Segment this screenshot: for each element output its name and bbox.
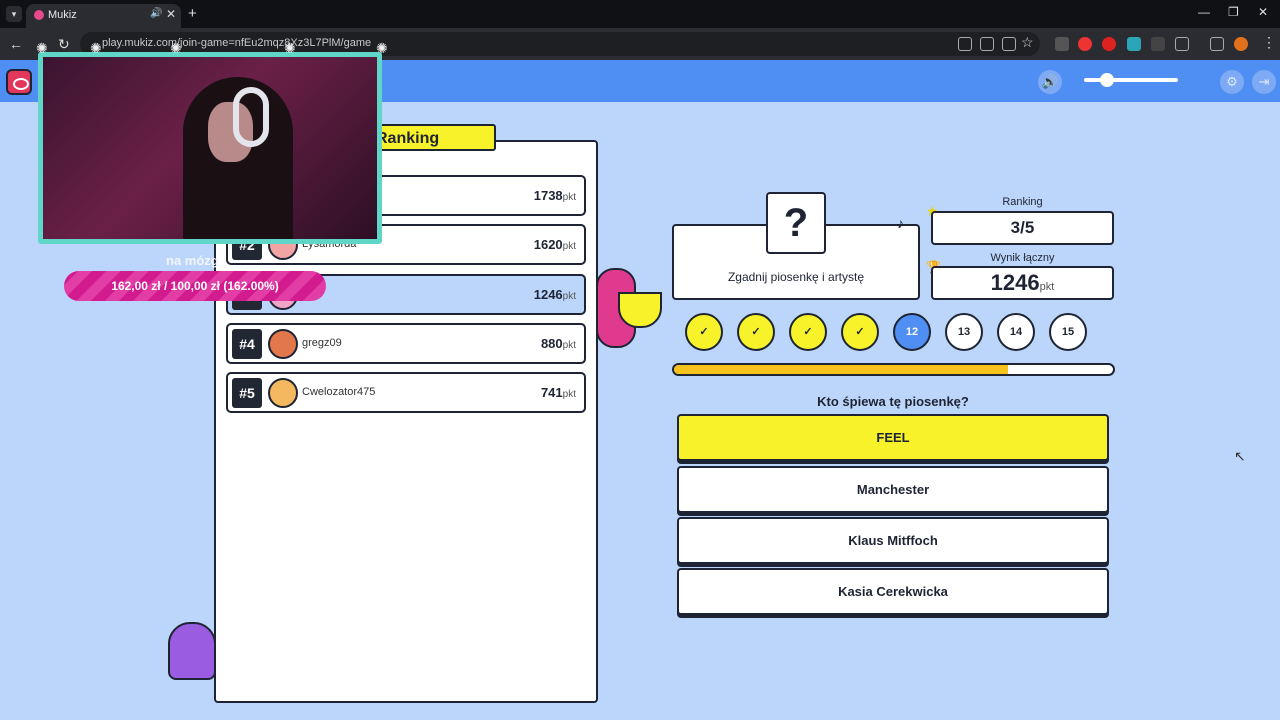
close-window-icon[interactable]: ✕ <box>1258 5 1268 19</box>
extension-teal-icon[interactable] <box>1127 37 1141 51</box>
tab-title: Mukiz <box>48 9 77 21</box>
sparkle-icon: ✺ <box>90 40 102 56</box>
favicon-icon <box>34 10 44 20</box>
minimize-icon[interactable]: — <box>1198 5 1210 19</box>
webcam-overlay <box>38 52 382 244</box>
ranking-row-5: #5 Cwelozator475 741pkt <box>226 372 586 413</box>
url-text: play.mukiz.com/join-game=nfEu2mqz8Xz3L7P… <box>102 37 372 49</box>
tab-search-icon[interactable]: ▾ <box>6 6 22 22</box>
translate-icon[interactable] <box>958 37 972 51</box>
score-value: 1246 <box>990 270 1040 295</box>
back-icon[interactable]: ← <box>9 36 23 52</box>
media-icon[interactable] <box>1210 37 1224 51</box>
overlay-label: na mózg <box>166 253 219 268</box>
ranking-label: Ranking <box>1002 196 1043 208</box>
player-points: 741pkt <box>540 385 576 400</box>
ranking-row-4: #4 gregz09 880pkt <box>226 323 586 364</box>
volume-slider[interactable] <box>1084 78 1178 82</box>
menu-icon[interactable]: ⋮ <box>1262 34 1276 51</box>
monster-mascot-icon <box>168 622 216 680</box>
new-tab-icon[interactable]: + <box>188 5 197 22</box>
question-progress-pending: 14 <box>997 313 1035 351</box>
question-progress-done: ✓ <box>737 313 775 351</box>
question-progress-done: ✓ <box>789 313 827 351</box>
player-points: 1620pkt <box>533 237 576 252</box>
sparkle-icon: ✺ <box>36 40 48 56</box>
extension-red-icon[interactable] <box>1102 37 1116 51</box>
answer-button-2[interactable]: Manchester <box>677 466 1109 513</box>
score-unit: pkt <box>1039 281 1055 293</box>
player-points: 1738pkt <box>533 188 576 203</box>
speaker-icon[interactable]: 🔊 <box>150 8 162 19</box>
task-label: Zgadnij piosenkę i artystę <box>727 270 865 284</box>
answer-button-1[interactable]: FEEL <box>677 414 1109 461</box>
timer-bar <box>672 363 1115 376</box>
settings-icon[interactable]: ⚙ <box>1220 70 1244 94</box>
player-points: 1246pkt <box>533 287 576 302</box>
headset-icon <box>233 87 269 147</box>
question-progress-done: ✓ <box>841 313 879 351</box>
answer-button-3[interactable]: Klaus Mitffoch <box>677 517 1109 564</box>
question-progress-current: 12 <box>893 313 931 351</box>
install-icon[interactable] <box>980 37 994 51</box>
music-note-icon: ♪ <box>897 215 904 231</box>
sparkle-icon: ✺ <box>170 40 182 56</box>
browser-tab[interactable]: Mukiz 🔊 ✕ <box>26 4 181 28</box>
volume-icon[interactable]: 🔊 <box>1038 70 1062 94</box>
trophy-icon <box>618 292 662 328</box>
score-label: Wynik łączny <box>990 252 1055 264</box>
score-box: 1246pkt <box>931 266 1114 300</box>
question-text: Kto śpiewa tę piosenkę? <box>817 394 969 409</box>
question-progress-pending: 13 <box>945 313 983 351</box>
puzzle-icon[interactable] <box>1175 37 1189 51</box>
adblock-icon[interactable] <box>1078 37 1092 51</box>
donation-goal-bar: 162,00 zł / 100,00 zł (162.00%) <box>64 271 326 301</box>
answer-button-4[interactable]: Kasia Cerekwicka <box>677 568 1109 615</box>
extension-icon[interactable] <box>1055 37 1069 51</box>
rank-position: #4 <box>232 329 262 359</box>
restore-icon[interactable]: ❐ <box>1228 5 1239 19</box>
mouse-cursor-icon: ↖ <box>1234 448 1246 464</box>
player-name: Cwelozator475 <box>302 386 376 398</box>
avatar <box>268 378 298 408</box>
ranking-value: 3/5 <box>931 211 1114 245</box>
question-mark-box: ? <box>766 192 826 254</box>
rank-position: #5 <box>232 378 262 408</box>
sparkle-icon: ✺ <box>376 40 388 56</box>
avatar <box>268 329 298 359</box>
player-points: 880pkt <box>540 336 576 351</box>
exit-icon[interactable]: ⇥ <box>1252 70 1276 94</box>
browser-tabbar: ▾ Mukiz 🔊 ✕ + — ❐ ✕ <box>0 0 1280 28</box>
eye-off-icon[interactable] <box>1002 37 1016 51</box>
sparkle-icon: ✺ <box>284 40 296 56</box>
reload-icon[interactable]: ↻ <box>58 36 70 53</box>
question-progress-pending: 15 <box>1049 313 1087 351</box>
timer-fill <box>674 365 1008 374</box>
mukiz-logo-icon[interactable] <box>6 69 32 95</box>
extension-gray-icon[interactable] <box>1151 37 1165 51</box>
question-progress-done: ✓ <box>685 313 723 351</box>
avatar[interactable] <box>1234 37 1248 51</box>
player-name: gregz09 <box>302 337 342 349</box>
close-tab-icon[interactable]: ✕ <box>166 7 176 21</box>
star-icon[interactable]: ☆ <box>1021 34 1034 51</box>
volume-slider-handle[interactable] <box>1100 73 1114 87</box>
